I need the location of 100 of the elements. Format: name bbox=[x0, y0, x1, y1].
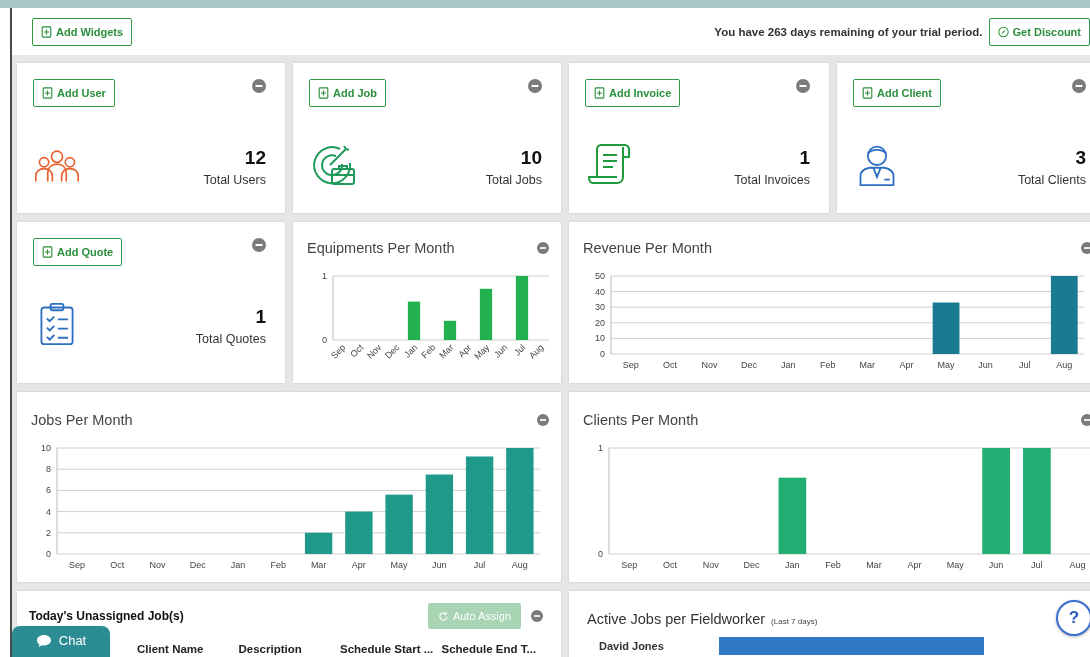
month-label: Mar bbox=[310, 560, 327, 570]
minus-circle-icon[interactable] bbox=[796, 79, 810, 93]
stat-label: Total Invoices bbox=[734, 173, 810, 187]
axis-tick-label: 1 bbox=[322, 271, 327, 281]
month-label: Sep bbox=[329, 342, 348, 361]
month-label: Nov bbox=[365, 342, 384, 361]
add-button[interactable]: Add Job bbox=[309, 79, 386, 107]
chart-title: Revenue Per Month bbox=[583, 240, 712, 256]
stat-label: Total Quotes bbox=[195, 332, 266, 346]
add-document-icon bbox=[41, 25, 52, 38]
discount-icon bbox=[997, 25, 1009, 38]
column-header: Client Name bbox=[137, 643, 205, 655]
chart-title: Jobs Per Month bbox=[31, 412, 133, 428]
panel-title: Today's Unassigned Job(s) bbox=[29, 609, 184, 623]
month-label: Aug bbox=[527, 342, 546, 361]
stat-value: 10 bbox=[520, 147, 542, 169]
axis-tick-label: 4 bbox=[46, 506, 51, 517]
axis-tick-label: 30 bbox=[595, 302, 605, 313]
month-label: Feb bbox=[825, 560, 841, 570]
add-document-icon bbox=[42, 87, 53, 99]
axis-tick-label: 40 bbox=[595, 286, 605, 297]
chart-bar bbox=[932, 302, 960, 354]
month-label: Sep bbox=[622, 360, 639, 370]
month-label: Feb bbox=[270, 560, 287, 570]
month-label: Feb bbox=[820, 360, 836, 370]
month-label: Jan bbox=[230, 560, 246, 570]
stat-value: 1 bbox=[799, 147, 810, 169]
column-header: Schedule Start ... bbox=[340, 643, 435, 655]
axis-tick-label: 6 bbox=[46, 485, 51, 496]
month-label: Oct bbox=[663, 560, 678, 570]
axis-tick-label: 2 bbox=[46, 527, 51, 538]
chat-bubble-icon bbox=[35, 633, 52, 648]
month-label: Dec bbox=[189, 560, 206, 570]
month-label: Jun bbox=[432, 560, 447, 570]
month-label: Jul bbox=[512, 342, 528, 358]
chart-title: Clients Per Month bbox=[583, 412, 699, 428]
axis-tick-label: 8 bbox=[46, 464, 51, 475]
axis-tick-label: 20 bbox=[595, 317, 605, 328]
add-button[interactable]: Add Quote bbox=[33, 238, 123, 266]
fieldworker-name: David Jones bbox=[599, 640, 665, 652]
get-discount-button[interactable]: Get Discount bbox=[988, 17, 1090, 46]
month-label: Jun bbox=[978, 360, 993, 370]
column-header: Schedule End T... bbox=[441, 643, 538, 655]
add-document-icon bbox=[42, 246, 53, 258]
month-label: May bbox=[472, 342, 492, 362]
month-label: Dec bbox=[743, 560, 760, 570]
month-label: Apr bbox=[351, 560, 366, 570]
chart-bar bbox=[479, 288, 493, 340]
month-label: Oct bbox=[663, 360, 678, 370]
axis-tick-label: 10 bbox=[41, 443, 51, 453]
stat-label: Total Clients bbox=[1017, 173, 1086, 187]
month-label: Dec bbox=[383, 342, 402, 361]
axis-tick-label: 0 bbox=[598, 549, 603, 559]
month-label: Apr bbox=[907, 560, 922, 570]
month-label: Sep bbox=[621, 560, 638, 570]
chart-bar bbox=[443, 320, 457, 340]
month-label: Feb bbox=[419, 342, 438, 361]
refresh-icon bbox=[437, 610, 449, 622]
month-label: Jul bbox=[1019, 360, 1031, 370]
add-button[interactable]: Add Invoice bbox=[585, 79, 681, 107]
month-label: Oct bbox=[348, 342, 366, 360]
month-label: Jul bbox=[473, 560, 486, 570]
month-label: May bbox=[390, 560, 408, 570]
add-document-icon bbox=[862, 87, 873, 99]
minus-circle-icon[interactable] bbox=[252, 238, 266, 252]
minus-circle-icon[interactable] bbox=[528, 79, 542, 93]
month-label: Jan bbox=[785, 560, 800, 570]
month-label: Jan bbox=[781, 360, 796, 370]
stat-label: Total Users bbox=[203, 173, 266, 187]
chat-button[interactable]: Chat bbox=[12, 626, 110, 657]
month-label: Aug bbox=[1056, 360, 1073, 370]
minus-circle-icon[interactable] bbox=[1072, 79, 1086, 93]
chart-bar bbox=[385, 494, 413, 554]
chart-bar bbox=[407, 301, 421, 340]
trial-notice: You have 263 days remaining of your trial period. bbox=[714, 25, 983, 38]
minus-circle-icon[interactable] bbox=[531, 610, 543, 622]
stat-label: Total Jobs bbox=[485, 173, 542, 187]
minus-circle-icon[interactable] bbox=[537, 414, 549, 426]
month-label: Apr bbox=[899, 360, 914, 370]
month-label: Jul bbox=[1031, 560, 1043, 570]
month-label: Nov bbox=[149, 560, 166, 570]
month-label: Oct bbox=[110, 560, 125, 570]
add-widgets-button[interactable]: Add Widgets bbox=[32, 17, 133, 46]
add-document-icon bbox=[318, 87, 329, 99]
month-label: Mar bbox=[437, 342, 456, 361]
month-label: May bbox=[937, 360, 955, 370]
minus-circle-icon[interactable] bbox=[537, 242, 549, 254]
axis-tick-label: 50 bbox=[595, 271, 605, 281]
add-button[interactable]: Add Client bbox=[853, 79, 941, 107]
axis-tick-label: 0 bbox=[322, 335, 327, 345]
month-label: Jun bbox=[492, 342, 510, 360]
stat-value: 3 bbox=[1075, 147, 1086, 169]
minus-circle-icon[interactable] bbox=[252, 79, 266, 93]
add-document-icon bbox=[594, 87, 605, 99]
add-button[interactable]: Add User bbox=[33, 79, 115, 107]
month-label: Mar bbox=[866, 560, 882, 570]
panel-title: Active Jobs per Fieldworker bbox=[587, 611, 766, 627]
stat-value: 12 bbox=[244, 147, 266, 169]
month-label: Jan bbox=[402, 342, 420, 360]
chart-title: Equipments Per Month bbox=[307, 240, 455, 256]
